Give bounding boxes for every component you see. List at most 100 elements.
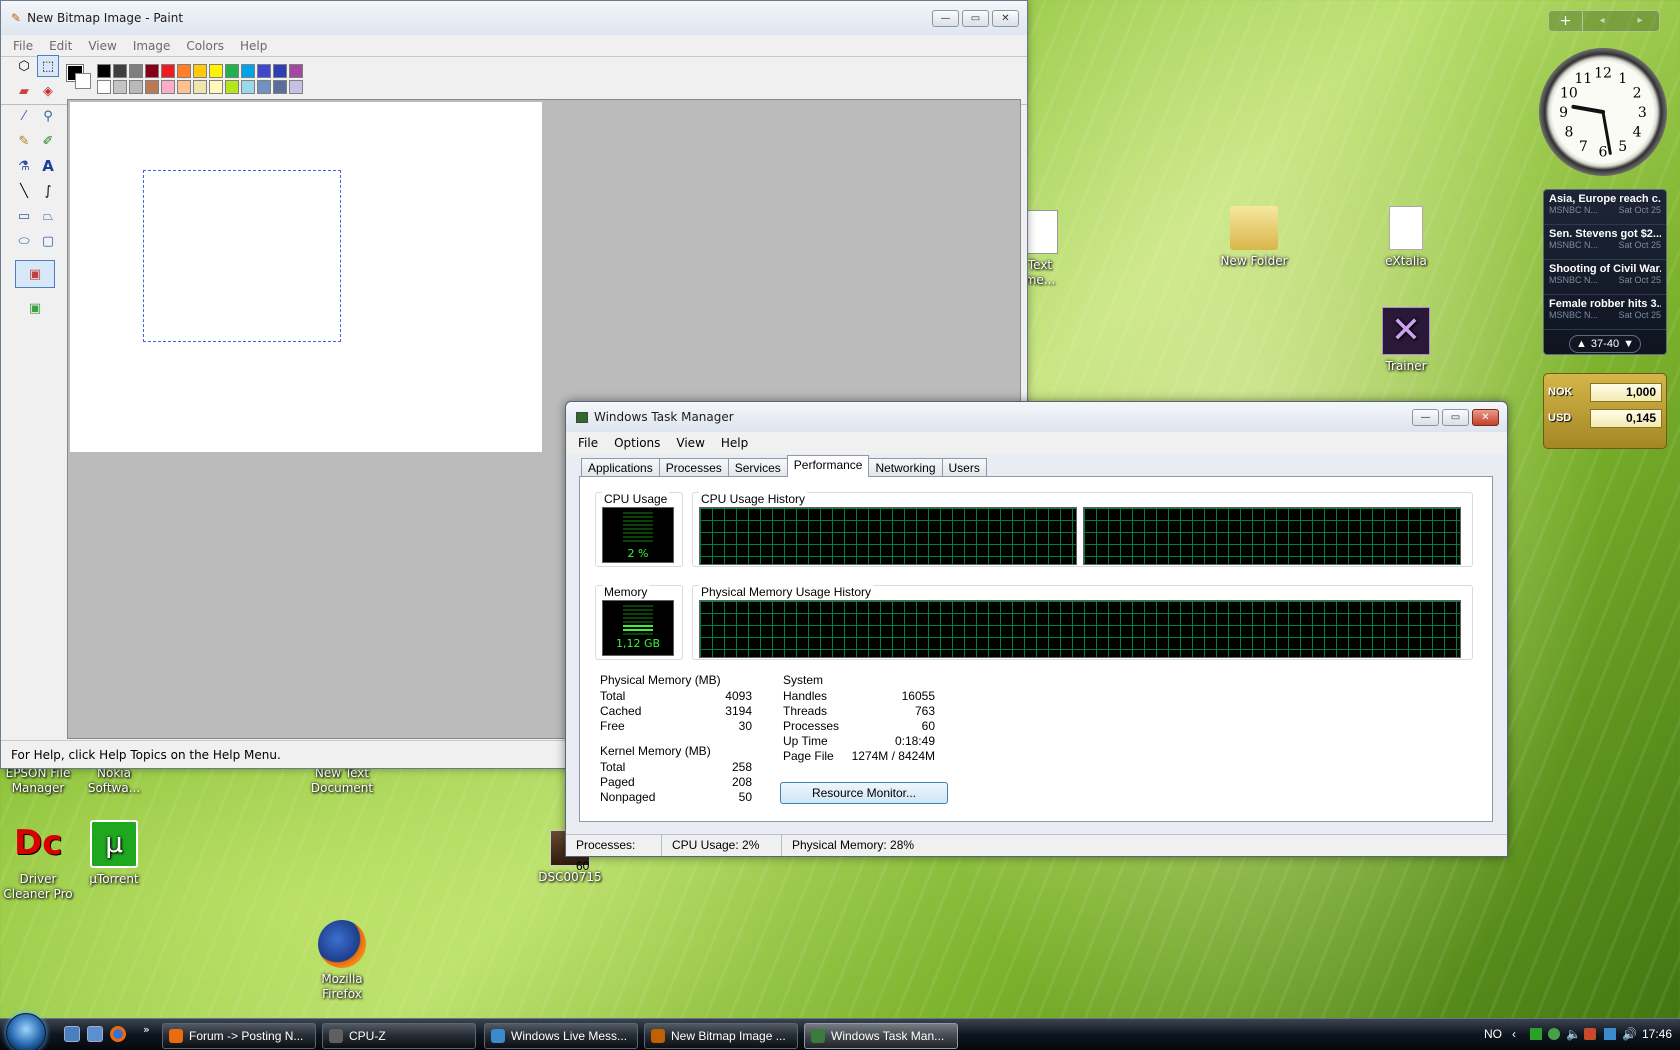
quicklaunch-more-icon[interactable]: » bbox=[143, 1023, 150, 1036]
ellipse-icon[interactable]: ⬭ bbox=[13, 230, 35, 252]
clock-gadget[interactable]: 12 1 2 3 4 5 6 7 8 9 10 11 bbox=[1539, 48, 1667, 176]
brush-icon[interactable]: ✐ bbox=[37, 130, 59, 152]
tray-icon-network[interactable] bbox=[1604, 1028, 1616, 1040]
switch-windows-icon[interactable] bbox=[87, 1026, 103, 1042]
palette-swatch[interactable] bbox=[97, 64, 111, 78]
rectangle-icon[interactable]: ▭ bbox=[13, 205, 35, 227]
currency-gadget[interactable]: NOK 1,000 USD 0,145 bbox=[1543, 373, 1667, 449]
currency-value[interactable]: 0,145 bbox=[1590, 408, 1662, 428]
tray-expand-icon[interactable]: ‹ bbox=[1512, 1027, 1516, 1041]
eraser-icon[interactable]: ▰ bbox=[13, 80, 35, 102]
add-gadget-button[interactable]: + bbox=[1549, 11, 1583, 31]
opaque-option-icon[interactable]: ▣ bbox=[15, 260, 55, 288]
magnifier-icon[interactable]: ⚲ bbox=[37, 105, 59, 127]
tab-services[interactable]: Services bbox=[727, 458, 788, 477]
palette-swatch[interactable] bbox=[97, 80, 111, 94]
text-icon[interactable]: A bbox=[37, 155, 59, 177]
news-item[interactable]: Female robber hits 3... MSNBC N... Sat Oct… bbox=[1544, 295, 1666, 330]
menu-view[interactable]: View bbox=[80, 39, 124, 53]
desktop-icon-trainer[interactable]: ✕ Trainer bbox=[1360, 307, 1452, 374]
taskbar-button[interactable]: New Bitmap Image ... bbox=[644, 1023, 798, 1049]
palette-swatch[interactable] bbox=[193, 64, 207, 78]
tab-performance[interactable]: Performance bbox=[786, 455, 870, 477]
polygon-icon[interactable]: ⏢ bbox=[37, 205, 59, 227]
palette-swatch[interactable] bbox=[177, 64, 191, 78]
show-desktop-icon[interactable] bbox=[64, 1026, 80, 1042]
tray-icon-green[interactable] bbox=[1530, 1028, 1542, 1040]
close-button[interactable]: ✕ bbox=[992, 10, 1019, 27]
taskbar-button[interactable]: Windows Live Mess... bbox=[484, 1023, 638, 1049]
news-prev-icon[interactable]: ▲ bbox=[1576, 338, 1587, 350]
desktop-icon-nokia[interactable]: Nokia Softwa... bbox=[68, 766, 160, 796]
taskbar-button[interactable]: CPU-Z bbox=[322, 1023, 476, 1049]
palette-swatch[interactable] bbox=[273, 64, 287, 78]
news-item[interactable]: Asia, Europe reach c... MSNBC N... Sat Oct… bbox=[1544, 190, 1666, 225]
task-manager-titlebar[interactable]: Windows Task Manager — ▭ ✕ bbox=[566, 402, 1507, 432]
drawing-canvas[interactable] bbox=[70, 102, 542, 452]
menu-file[interactable]: File bbox=[570, 436, 606, 450]
minimize-button[interactable]: — bbox=[932, 10, 959, 27]
menu-colors[interactable]: Colors bbox=[178, 39, 232, 53]
tab-networking[interactable]: Networking bbox=[868, 458, 943, 477]
palette-swatch[interactable] bbox=[241, 64, 255, 78]
menu-image[interactable]: Image bbox=[125, 39, 179, 53]
fill-icon[interactable]: ◈ bbox=[37, 80, 59, 102]
tray-icon-volume[interactable]: 🔈 bbox=[1566, 1027, 1581, 1041]
palette-swatch[interactable] bbox=[209, 64, 223, 78]
palette-swatch[interactable] bbox=[225, 64, 239, 78]
palette-swatch[interactable] bbox=[177, 80, 191, 94]
currency-value[interactable]: 1,000 bbox=[1590, 382, 1662, 402]
maximize-button[interactable]: ▭ bbox=[1442, 409, 1469, 426]
palette-swatch[interactable] bbox=[289, 64, 303, 78]
news-item[interactable]: Shooting of Civil War... MSNBC N... Sat Oc… bbox=[1544, 260, 1666, 295]
start-button[interactable] bbox=[6, 1013, 46, 1050]
palette-swatch[interactable] bbox=[129, 64, 143, 78]
palette-swatch[interactable] bbox=[257, 80, 271, 94]
desktop-icon-utorrent[interactable]: µ µTorrent bbox=[68, 820, 160, 887]
taskbar-button[interactable]: Forum -> Posting N... bbox=[162, 1023, 316, 1049]
menu-edit[interactable]: Edit bbox=[41, 39, 80, 53]
palette-swatch[interactable] bbox=[129, 80, 143, 94]
gadget-prev-button[interactable]: ◂ bbox=[1583, 11, 1621, 31]
language-indicator[interactable]: NO bbox=[1484, 1027, 1502, 1041]
palette-swatch[interactable] bbox=[113, 80, 127, 94]
menu-options[interactable]: Options bbox=[606, 436, 668, 450]
news-gadget[interactable]: Asia, Europe reach c... MSNBC N... Sat Oct… bbox=[1543, 189, 1667, 355]
palette-swatch[interactable] bbox=[209, 80, 223, 94]
line-icon[interactable]: ╲ bbox=[13, 180, 35, 202]
firefox-quicklaunch-icon[interactable] bbox=[110, 1026, 126, 1042]
rect-select-icon[interactable]: ⬚ bbox=[37, 55, 59, 77]
rounded-rect-icon[interactable]: ▢ bbox=[37, 230, 59, 252]
tray-icon-red[interactable] bbox=[1584, 1028, 1596, 1040]
palette-swatch[interactable] bbox=[161, 64, 175, 78]
menu-help[interactable]: Help bbox=[232, 39, 275, 53]
selection-rectangle[interactable] bbox=[143, 170, 341, 342]
maximize-button[interactable]: ▭ bbox=[962, 10, 989, 27]
gadget-next-button[interactable]: ▸ bbox=[1621, 11, 1659, 31]
background-color[interactable] bbox=[75, 73, 91, 89]
menu-file[interactable]: File bbox=[5, 39, 41, 53]
desktop-icon-new-folder[interactable]: New Folder bbox=[1208, 206, 1300, 269]
currency-code[interactable]: USD bbox=[1548, 412, 1571, 424]
clock-time[interactable]: 17:46 bbox=[1642, 1027, 1672, 1041]
minimize-button[interactable]: — bbox=[1412, 409, 1439, 426]
palette-swatch[interactable] bbox=[145, 64, 159, 78]
menu-view[interactable]: View bbox=[668, 436, 712, 450]
palette-swatch[interactable] bbox=[145, 80, 159, 94]
news-item[interactable]: Sen. Stevens got $2.... MSNBC N... Sat Oct… bbox=[1544, 225, 1666, 260]
menu-help[interactable]: Help bbox=[713, 436, 756, 450]
tab-applications[interactable]: Applications bbox=[581, 458, 660, 477]
palette-swatch[interactable] bbox=[241, 80, 255, 94]
color-picker-icon[interactable]: ⁄ bbox=[13, 105, 35, 127]
desktop-icon-firefox[interactable]: Mozilla Firefox bbox=[296, 920, 388, 1002]
palette-swatch[interactable] bbox=[289, 80, 303, 94]
palette-swatch[interactable] bbox=[273, 80, 287, 94]
close-button[interactable]: ✕ bbox=[1472, 409, 1499, 426]
curve-icon[interactable]: ∫ bbox=[37, 180, 59, 202]
currency-code[interactable]: NOK bbox=[1548, 386, 1572, 398]
free-select-icon[interactable]: ⬡ bbox=[13, 55, 35, 77]
taskbar-button[interactable]: Windows Task Man... bbox=[804, 1023, 958, 1049]
palette-swatch[interactable] bbox=[225, 80, 239, 94]
tab-processes[interactable]: Processes bbox=[658, 458, 729, 477]
pencil-icon[interactable]: ✎ bbox=[13, 130, 35, 152]
